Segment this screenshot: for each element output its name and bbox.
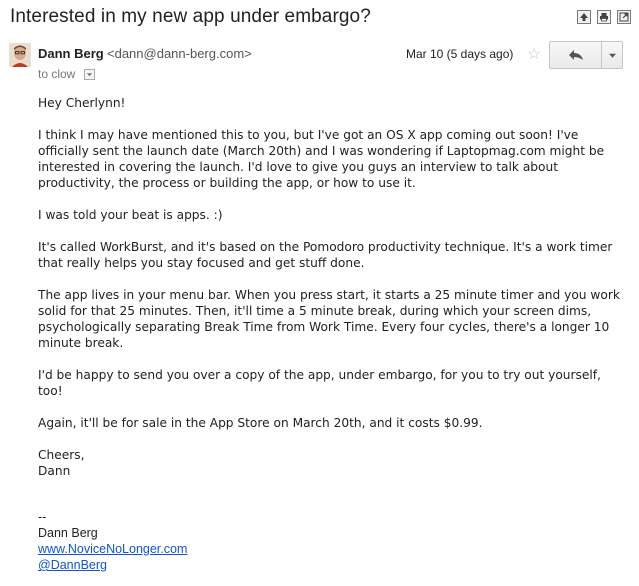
message-body: Hey Cherlynn! I think I may have mention… — [38, 95, 623, 479]
email-subject: Interested in my new app under embargo? — [10, 6, 371, 27]
message-header: Dann Berg <dann@dann-berg.com> to clow M… — [0, 40, 639, 90]
closing-name: Dann — [38, 464, 71, 478]
reply-icon — [568, 50, 583, 60]
body-paragraph: I'd be happy to send you over a copy of … — [38, 368, 601, 398]
website-link[interactable]: www.NoviceNoLonger.com — [38, 541, 187, 557]
recipient-line: to clow — [38, 67, 76, 81]
signature-dashes: -- — [38, 510, 47, 524]
details-dropdown-icon[interactable] — [84, 69, 95, 80]
message-date: Mar 10 (5 days ago) — [406, 47, 514, 61]
star-icon[interactable]: ☆ — [527, 44, 541, 64]
print-icon[interactable] — [597, 10, 611, 24]
reply-button[interactable] — [550, 42, 602, 68]
signature-name: Dann Berg — [38, 526, 98, 540]
chevron-down-icon — [608, 53, 616, 58]
body-paragraph: I think I may have mentioned this to you… — [38, 128, 605, 190]
sender-name[interactable]: Dann Berg — [38, 46, 104, 61]
signature: -- Dann Berg www.NoviceNoLonger.com @Dan… — [38, 509, 187, 573]
sender-email: <dann@dann-berg.com> — [107, 46, 252, 61]
twitter-link[interactable]: @DannBerg — [38, 557, 187, 573]
subject-bar: Interested in my new app under embargo? — [0, 0, 639, 34]
closing: Cheers, — [38, 448, 85, 462]
body-paragraph: It's called WorkBurst, and it's based on… — [38, 240, 613, 270]
new-window-icon[interactable] — [617, 10, 631, 24]
body-paragraph: I was told your beat is apps. :) — [38, 208, 223, 222]
greeting: Hey Cherlynn! — [38, 96, 126, 110]
reply-button-group — [549, 41, 623, 69]
body-paragraph: The app lives in your menu bar. When you… — [38, 288, 620, 350]
expand-all-icon[interactable] — [577, 10, 591, 24]
toolbar-icons — [577, 10, 631, 24]
body-paragraph: Again, it'll be for sale in the App Stor… — [38, 416, 483, 430]
avatar[interactable] — [9, 43, 31, 67]
more-actions-button[interactable] — [602, 42, 622, 68]
